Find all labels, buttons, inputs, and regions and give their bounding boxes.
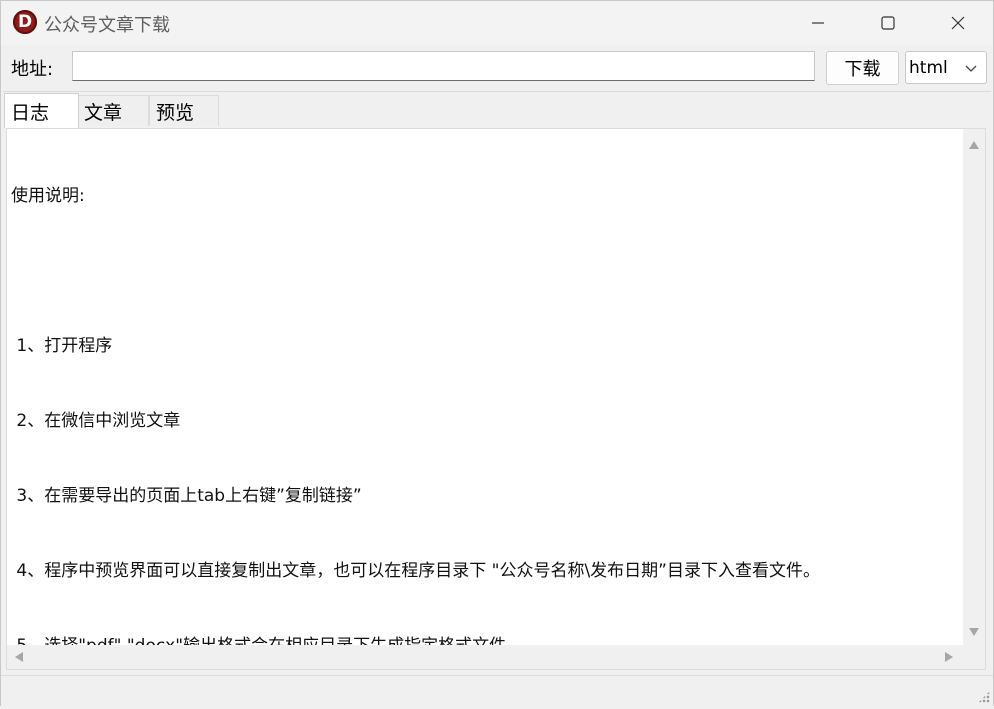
status-bar <box>1 675 993 706</box>
log-panel[interactable]: 使用说明: ​ 1、打开程序 2、在微信中浏览文章 3、在需要导出的页面上tab… <box>6 128 986 670</box>
download-button[interactable]: 下载 <box>826 51 899 85</box>
scroll-up-icon[interactable] <box>969 141 979 149</box>
resize-grip-icon[interactable] <box>978 691 990 703</box>
tab-strip-divider <box>3 91 991 92</box>
app-window: D 公众号文章下载 地址: 下载 html 日志 文章 预览 使用说明: 1、打… <box>0 0 994 706</box>
close-icon <box>951 16 965 30</box>
app-logo-icon: D <box>13 10 37 34</box>
chevron-down-icon <box>965 65 977 72</box>
minimize-button[interactable] <box>783 1 853 45</box>
close-button[interactable] <box>923 1 993 45</box>
tab-article[interactable]: 文章 <box>77 95 149 126</box>
format-select-value: html <box>909 57 948 78</box>
tab-preview[interactable]: 预览 <box>149 95 219 126</box>
log-text[interactable]: 使用说明: ​ 1、打开程序 2、在微信中浏览文章 3、在需要导出的页面上tab… <box>11 134 951 709</box>
scrollbar-corner <box>963 645 985 669</box>
log-line: 4、程序中预览界面可以直接复制出文章，也可以在程序目录下 "公众号名称\发布日期… <box>11 561 820 581</box>
maximize-icon <box>881 16 895 30</box>
address-label: 地址: <box>11 59 54 80</box>
log-line: 1、打开程序 <box>11 336 113 356</box>
title-bar[interactable]: D 公众号文章下载 <box>1 1 993 45</box>
format-select[interactable]: html <box>905 51 987 84</box>
address-input[interactable] <box>72 51 815 81</box>
log-line: 3、在需要导出的页面上tab上右键”复制链接” <box>11 486 362 506</box>
log-line: 使用说明: <box>11 186 85 206</box>
tab-log[interactable]: 日志 <box>4 93 79 128</box>
horizontal-scrollbar[interactable] <box>7 645 963 669</box>
minimize-icon <box>812 22 824 24</box>
maximize-button[interactable] <box>853 1 923 45</box>
log-line: ​ <box>11 259 951 284</box>
scroll-right-icon[interactable] <box>945 652 953 662</box>
vertical-scrollbar[interactable] <box>963 129 985 646</box>
scroll-left-icon[interactable] <box>15 652 23 662</box>
log-line: 2、在微信中浏览文章 <box>11 411 181 431</box>
window-title: 公众号文章下载 <box>44 15 170 36</box>
scroll-down-icon[interactable] <box>969 628 979 636</box>
